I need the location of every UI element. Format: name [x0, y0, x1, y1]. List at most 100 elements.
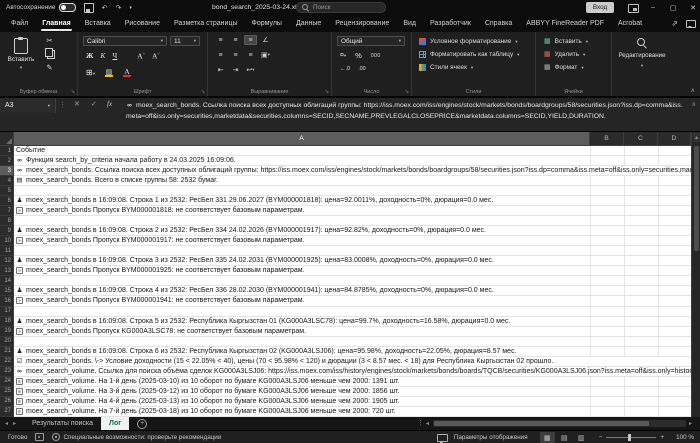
fill-color-button[interactable]: ▨ — [105, 68, 113, 77]
redo-icon[interactable]: ↷ — [115, 4, 121, 12]
log-cell[interactable]: moex_search_volume. Ссылка для поиска об… — [14, 367, 691, 377]
zoom-slider[interactable] — [606, 437, 656, 438]
vertical-scroll-thumb[interactable] — [694, 146, 699, 251]
row-number[interactable]: 6 — [0, 196, 14, 206]
percent-format-button[interactable]: % — [355, 51, 362, 60]
log-cell[interactable]: Функция search_by_criteria начала работу… — [14, 156, 691, 166]
zoom-out-icon[interactable]: − — [599, 434, 603, 441]
row-number[interactable]: 7 — [0, 206, 14, 216]
row-number[interactable]: 3 — [0, 166, 14, 176]
dialog-launcher-icon[interactable]: ↘ — [201, 89, 205, 95]
cut-icon[interactable]: ✂ — [46, 37, 52, 45]
log-cell[interactable]: moex_search_bonds в 16:09:08. Строка 5 и… — [14, 317, 691, 327]
cell-styles-button[interactable]: Стили ячеек▾ — [419, 61, 519, 74]
bold-button[interactable]: Ж — [86, 51, 93, 60]
ribbon-tab[interactable]: Рецензирование — [328, 15, 396, 32]
scroll-up-icon[interactable]: ▲ — [693, 133, 700, 142]
row-number[interactable]: 9 — [0, 226, 14, 236]
decrease-indent-button[interactable]: ⇤ — [214, 65, 227, 75]
select-all-corner[interactable] — [0, 132, 14, 146]
conditional-formatting-button[interactable]: Условное форматирование▾ — [419, 35, 519, 48]
log-cell[interactable]: moex_search_bonds. Всего в списке группы… — [14, 176, 691, 186]
log-cell[interactable]: moex_search_bonds Пропуск BYM000001941: … — [14, 296, 691, 306]
ribbon-tab[interactable]: Формулы — [245, 15, 289, 32]
row-number[interactable]: 18 — [0, 317, 14, 327]
ribbon-tab[interactable]: Разметка страницы — [167, 15, 245, 32]
row-number[interactable]: 1 — [0, 146, 14, 156]
ribbon-tab[interactable]: Справка — [478, 15, 519, 32]
row-number[interactable]: 21 — [0, 347, 14, 357]
display-options-button[interactable]: Параметры отображения — [437, 434, 528, 442]
dialog-launcher-icon[interactable]: ↘ — [71, 89, 75, 95]
align-left-button[interactable]: ≡ — [214, 50, 227, 60]
delete-cells-button[interactable]: ▦ Удалить▾ — [544, 48, 588, 61]
align-top-button[interactable]: ≡ — [214, 35, 227, 45]
underline-button[interactable]: Ч — [112, 51, 117, 60]
sheet-tab-log[interactable]: Лог — [101, 417, 129, 430]
sign-in-button[interactable]: Вход — [586, 2, 614, 13]
column-header-a[interactable]: A — [14, 132, 590, 146]
formula-bar-handle[interactable]: ⋮ — [59, 101, 66, 109]
hscroll-left-icon[interactable]: ◂ — [426, 420, 429, 427]
row-number[interactable]: 14 — [0, 276, 14, 286]
minimize-button[interactable]: – — [644, 0, 662, 15]
quick-access-chevron-icon[interactable]: ▾ — [129, 5, 132, 11]
ribbon-tab[interactable]: Рисование — [118, 15, 167, 32]
row-number[interactable]: 27 — [0, 407, 14, 417]
comma-format-button[interactable]: 000 — [371, 53, 381, 59]
zoom-level[interactable]: 100 % — [670, 434, 694, 441]
font-size-select[interactable]: 11▾ — [170, 36, 200, 46]
row-number[interactable]: 22 — [0, 357, 14, 367]
grow-font-button[interactable]: А˄ — [137, 51, 145, 61]
log-cell[interactable]: moex_search_volume. На 3-й день (2025-03… — [14, 387, 691, 397]
row-number[interactable]: 19 — [0, 327, 14, 337]
font-name-select[interactable]: Calibri▾ — [83, 36, 167, 46]
dialog-launcher-icon[interactable]: ↘ — [325, 89, 329, 95]
log-cell[interactable]: moex_search_bonds Пропуск BYM000001925: … — [14, 266, 691, 276]
row-number[interactable]: 12 — [0, 256, 14, 266]
row-number[interactable]: 5 — [0, 186, 14, 196]
page-break-view-button[interactable]: ▥ — [574, 432, 589, 443]
format-cells-button[interactable]: ▦ Формат▾ — [544, 61, 588, 74]
row-number[interactable]: 26 — [0, 397, 14, 407]
increase-indent-button[interactable]: ⇥ — [229, 65, 242, 75]
log-cell[interactable] — [14, 276, 691, 286]
font-color-button[interactable]: А — [123, 67, 131, 77]
dialog-launcher-icon[interactable]: ↘ — [405, 89, 409, 95]
ribbon-tab[interactable]: Вид — [396, 15, 423, 32]
log-cell[interactable]: moex_search_bonds в 16:09:08. Строка 2 и… — [14, 226, 691, 236]
align-bottom-button[interactable]: ≡ — [244, 35, 257, 45]
row-number[interactable]: 20 — [0, 337, 14, 347]
column-header-c[interactable]: C — [624, 132, 658, 146]
ribbon-tab[interactable]: Файл — [4, 15, 35, 32]
cancel-icon[interactable]: ✕ — [74, 100, 80, 108]
column-header-d[interactable]: D — [658, 132, 691, 146]
editing-button[interactable]: Редактирование ▾ — [620, 38, 664, 69]
collapse-formula-bar-icon[interactable]: ∧ — [692, 101, 696, 108]
log-cell[interactable] — [14, 246, 691, 256]
search-input[interactable]: Поиск — [296, 2, 386, 13]
row-number[interactable]: 4 — [0, 176, 14, 186]
ribbon-tab[interactable]: Главная — [35, 15, 77, 32]
add-sheet-icon[interactable]: + — [137, 419, 147, 429]
row-number[interactable]: 15 — [0, 286, 14, 296]
row-number[interactable]: 25 — [0, 387, 14, 397]
log-cell[interactable]: moex_search_bonds. Ссылка поиска всех до… — [14, 166, 691, 176]
sheetbar-splitter[interactable]: ⋮ — [417, 419, 424, 427]
vertical-scrollbar[interactable]: ▲ — [691, 132, 700, 417]
sheet-nav-left-icon[interactable]: ◂ — [5, 420, 8, 427]
horizontal-scroll-thumb[interactable] — [434, 421, 649, 426]
row-number[interactable]: 11 — [0, 246, 14, 256]
hscroll-right-icon[interactable]: ▸ — [689, 420, 692, 427]
sheet-tab-results[interactable]: Результаты поиска — [24, 417, 101, 430]
italic-button[interactable]: К — [100, 51, 105, 60]
ribbon-tab[interactable]: ABBYY FineReader PDF — [519, 15, 611, 32]
sheet-nav-right-icon[interactable]: ▸ — [13, 420, 16, 427]
merge-center-button[interactable]: ▣▾ — [259, 50, 272, 60]
align-middle-button[interactable]: ≡ — [229, 35, 242, 45]
zoom-slider-thumb[interactable] — [628, 434, 631, 441]
save-icon[interactable] — [84, 3, 94, 13]
row-number[interactable]: 8 — [0, 216, 14, 226]
format-as-table-button[interactable]: Форматировать как таблицу▾ — [419, 48, 519, 61]
shrink-font-button[interactable]: А˅ — [152, 51, 160, 61]
